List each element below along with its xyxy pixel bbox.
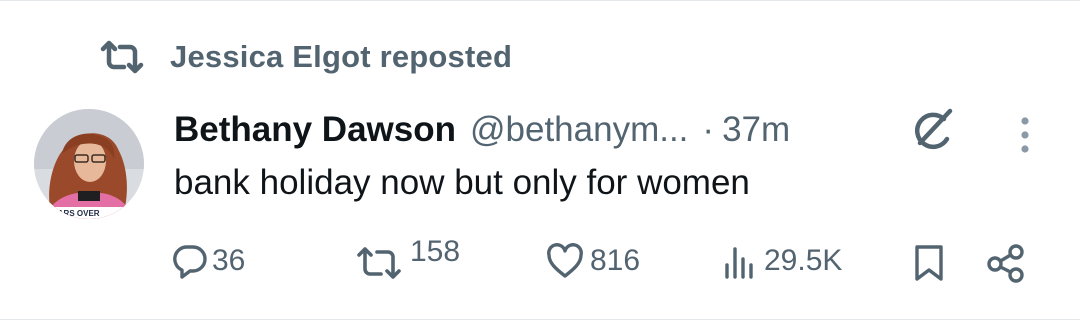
views-button[interactable]: 29.5K [722,243,842,279]
grok-icon[interactable] [906,105,958,157]
profile-photo: S FEARS OVER [34,109,144,219]
tweet-text: bank holiday now but only for women [174,163,750,202]
more-vertical-icon[interactable] [1010,113,1040,157]
heart-icon [547,243,583,278]
analytics-icon [725,247,753,279]
action-bar: 36 158 816 29.5K [0,229,1080,299]
repost-icon [100,40,144,74]
share-icon [987,244,1024,283]
avatar-caption: S FEARS OVER [40,209,100,218]
repost-banner-text[interactable]: Jessica Elgot reposted [170,39,512,75]
repost-banner[interactable]: Jessica Elgot reposted [100,37,512,77]
reply-count: 36 [212,244,246,277]
like-button[interactable]: 816 [546,243,640,279]
timestamp[interactable]: 37m [722,110,790,150]
reply-icon [173,245,207,279]
views-count: 29.5K [764,244,843,277]
author-handle[interactable]: @bethanym... [470,110,688,150]
bookmark-icon [915,245,943,281]
separator-dot: · [702,110,715,149]
reply-button[interactable]: 36 [172,243,245,279]
avatar[interactable]: S FEARS OVER [34,109,144,219]
repost-icon [357,247,401,279]
repost-count: 158 [410,235,461,268]
share-button[interactable] [986,243,1026,283]
author-name[interactable]: Bethany Dawson [174,110,456,150]
bookmark-button[interactable] [912,243,946,283]
repost-button[interactable]: 158 [356,235,460,281]
tweet-card[interactable]: Jessica Elgot reposted S FEARS OVER Beth… [0,0,1080,320]
like-count: 816 [590,244,641,277]
tweet-header: Bethany Dawson @bethanym... · 37m [174,105,790,155]
